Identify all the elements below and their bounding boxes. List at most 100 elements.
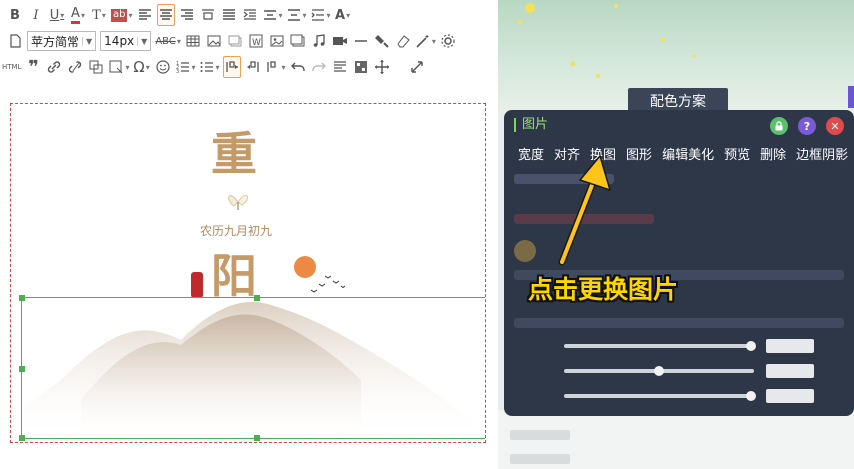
font-family-select[interactable]: 苹方简常 ▼ bbox=[27, 31, 97, 51]
italic-button[interactable]: I bbox=[27, 4, 45, 26]
link-icon[interactable] bbox=[45, 56, 63, 78]
spell-check-label: ABC bbox=[155, 35, 176, 47]
svg-text:3: 3 bbox=[176, 69, 179, 75]
html-source-button[interactable]: HTML bbox=[2, 56, 21, 78]
gallery-icon[interactable] bbox=[226, 30, 244, 52]
indent-icon[interactable] bbox=[241, 4, 259, 26]
menu-edit-beautify[interactable]: 编辑美化 bbox=[662, 144, 714, 163]
blurred-input bbox=[766, 364, 814, 378]
resize-handle[interactable] bbox=[254, 435, 260, 441]
html-source-label: HTML bbox=[2, 63, 22, 71]
font-size-scale-icon[interactable]: ▾ bbox=[262, 4, 283, 26]
font-color-button[interactable]: A ▾ bbox=[69, 4, 87, 26]
table-icon[interactable] bbox=[184, 30, 202, 52]
spell-check-button[interactable]: ABC ▾ bbox=[155, 30, 181, 52]
popup-title: 图片 bbox=[514, 118, 548, 132]
lower-list-area bbox=[498, 410, 854, 469]
chevron-down-icon: ▼ bbox=[82, 36, 92, 46]
font-size-value: 14px bbox=[104, 34, 135, 48]
ordered-list-icon[interactable]: 1 2 3 ▾ bbox=[175, 56, 196, 78]
align-left-icon[interactable] bbox=[136, 4, 154, 26]
word-import-icon[interactable]: W bbox=[247, 30, 265, 52]
blurred-slider bbox=[564, 394, 754, 398]
unordered-list-icon[interactable]: ▾ bbox=[199, 56, 220, 78]
letter-spacing-icon[interactable]: A ▾ bbox=[334, 4, 352, 26]
magic-wand-icon[interactable]: ▾ bbox=[415, 30, 436, 52]
font-size-select[interactable]: 14px ▼ bbox=[100, 31, 152, 51]
menu-preview[interactable]: 预览 bbox=[724, 144, 750, 163]
slider-knob bbox=[746, 391, 756, 401]
redo-icon[interactable] bbox=[310, 56, 328, 78]
blurred-avatar bbox=[514, 240, 536, 262]
line-height-icon[interactable]: ▾ bbox=[286, 4, 307, 26]
lunar-date-label: 农历九月初九 bbox=[200, 224, 273, 238]
picture-icon[interactable] bbox=[268, 30, 286, 52]
resize-handle[interactable] bbox=[19, 435, 25, 441]
settings-icon[interactable] bbox=[439, 30, 457, 52]
align-top-icon[interactable] bbox=[199, 4, 217, 26]
move-icon[interactable] bbox=[373, 56, 391, 78]
close-icon[interactable]: ✕ bbox=[826, 117, 844, 135]
menu-width[interactable]: 宽度 bbox=[518, 144, 544, 163]
butterfly-icon bbox=[228, 194, 248, 210]
qrcode-icon[interactable] bbox=[352, 56, 370, 78]
toolbar-row-3: HTML ❞ ▾ Ω ▾ 1 2 3 ▾ ▾ ▾ bbox=[0, 54, 498, 80]
menu-shape[interactable]: 图形 bbox=[626, 144, 652, 163]
underline-button[interactable]: U ▾ bbox=[48, 4, 66, 26]
blurred-slider bbox=[564, 344, 754, 348]
list-item bbox=[510, 430, 570, 440]
resize-handle[interactable] bbox=[254, 295, 260, 301]
ltr-icon[interactable] bbox=[222, 56, 241, 78]
frame-icon[interactable]: ▾ bbox=[108, 56, 130, 78]
chevron-down-icon: ▼ bbox=[137, 36, 147, 46]
multi-image-icon[interactable] bbox=[289, 30, 307, 52]
font-family-value: 苹方简常 bbox=[31, 34, 80, 49]
blurred-input bbox=[766, 389, 814, 403]
festival-title-char-1: 重 bbox=[211, 127, 257, 181]
toolbar-row-1: B I U ▾ A ▾ T ▾ ab ▾ ▾ ▾ ▾ A ▾ bbox=[0, 2, 498, 28]
align-right-icon[interactable] bbox=[178, 4, 196, 26]
new-document-icon[interactable] bbox=[6, 30, 24, 52]
help-icon[interactable]: ? bbox=[798, 117, 816, 135]
align-center-icon[interactable] bbox=[156, 4, 175, 26]
rtl-icon[interactable] bbox=[244, 56, 262, 78]
blurred-input bbox=[766, 339, 814, 353]
special-char-button[interactable]: Ω ▾ bbox=[133, 56, 151, 78]
undo-icon[interactable] bbox=[289, 56, 307, 78]
paragraph-spacing-icon[interactable]: ▾ bbox=[310, 4, 331, 26]
toolbar-row-2: 苹方简常 ▼ 14px ▼ ABC ▾ W ▾ bbox=[0, 28, 498, 54]
format-painter-icon[interactable] bbox=[373, 30, 391, 52]
quote-icon[interactable]: ❞ bbox=[24, 56, 42, 78]
resize-handle[interactable] bbox=[19, 366, 25, 372]
lock-icon[interactable] bbox=[770, 117, 788, 135]
bold-button[interactable]: B bbox=[6, 4, 24, 26]
clear-format-button[interactable]: T ▾ bbox=[90, 4, 108, 26]
editor-canvas[interactable]: 重 农历九月初九 阳 bbox=[10, 103, 486, 443]
horizontal-line-icon[interactable] bbox=[352, 30, 370, 52]
slider-knob bbox=[746, 341, 756, 351]
image-icon[interactable] bbox=[205, 30, 223, 52]
unlink-icon[interactable] bbox=[66, 56, 84, 78]
video-icon[interactable] bbox=[331, 30, 349, 52]
list-item bbox=[510, 454, 570, 464]
slider-knob bbox=[654, 366, 664, 376]
highlight-button[interactable]: ab ▾ bbox=[111, 4, 133, 26]
resize-handle[interactable] bbox=[19, 295, 25, 301]
annotation-arrow-icon bbox=[558, 154, 612, 266]
annotation-callout: 点击更换图片 bbox=[528, 275, 679, 304]
symbol-icon[interactable] bbox=[87, 56, 105, 78]
eraser-icon[interactable] bbox=[394, 30, 412, 52]
music-icon[interactable] bbox=[310, 30, 328, 52]
menu-border-shadow[interactable]: 边框阴影 bbox=[796, 144, 848, 163]
editor-area: B I U ▾ A ▾ T ▾ ab ▾ ▾ ▾ ▾ A ▾ 苹方简常 ▼ 14px ▼ AB… bbox=[0, 0, 498, 469]
fullscreen-icon[interactable] bbox=[408, 56, 426, 78]
emoji-icon[interactable] bbox=[154, 56, 172, 78]
text-format-icon[interactable] bbox=[331, 56, 349, 78]
image-selection-box[interactable] bbox=[19, 295, 485, 441]
text-direction-icon[interactable]: ▾ bbox=[265, 56, 286, 78]
side-accent-tab[interactable] bbox=[848, 86, 854, 108]
omega-icon: Ω bbox=[133, 58, 145, 76]
menu-delete[interactable]: 删除 bbox=[760, 144, 786, 163]
svg-text:W: W bbox=[252, 38, 261, 48]
justify-icon[interactable] bbox=[220, 4, 238, 26]
